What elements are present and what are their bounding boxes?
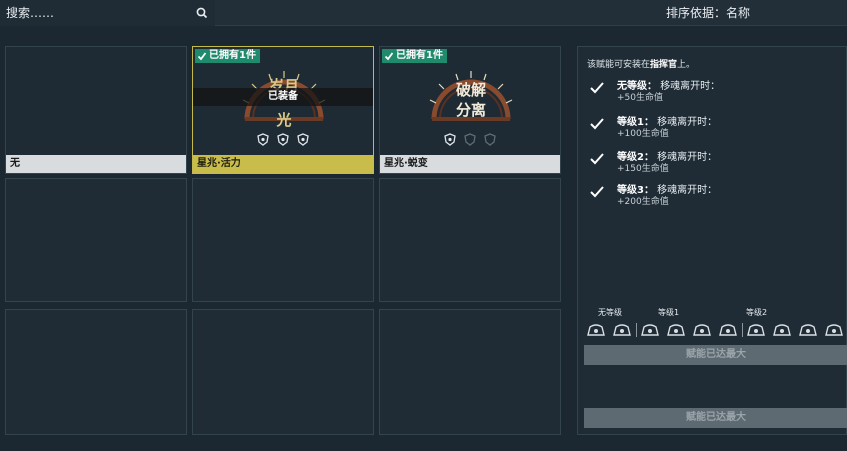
empty-slot: [379, 178, 561, 302]
equipped-label: 已装备: [193, 88, 373, 106]
empty-slot: [379, 309, 561, 435]
emblem-glyph-bottom: 分离: [456, 101, 486, 119]
tier-row: 等级2： 移魂离开时： +150生命值: [587, 148, 827, 174]
owned-badge-label: 已拥有1件: [396, 50, 443, 61]
augment-card-vitality[interactable]: 已拥有1件 岁月 光 已装备 星兆·活力: [192, 46, 374, 174]
emblem-glyph-top: 破解: [456, 81, 486, 99]
level-icons: [380, 133, 560, 147]
owned-badge: 已拥有1件: [195, 49, 260, 63]
level-shield-icon: [297, 133, 309, 146]
tier-row: 无等级： 移魂离开时： +50生命值: [587, 77, 827, 103]
empty-slot: [5, 309, 187, 435]
level-shield-icon: [444, 133, 456, 146]
checkmark-icon: [590, 118, 604, 130]
check-icon: [384, 52, 394, 61]
empty-slot: [192, 309, 374, 435]
augment-card-metamorphosis[interactable]: 已拥有1件 破解 分离 星兆·蜕变: [379, 46, 561, 174]
search-icon[interactable]: [195, 6, 209, 20]
tier-bonus: +50生命值: [617, 93, 663, 103]
progress-pip-icon: [667, 324, 685, 336]
augment-grid: 无 已拥有1件 岁月 光 已装备 星兆·活力 已拥有1件 破解 分离 星兆·蜕变: [5, 46, 562, 435]
augment-card-none[interactable]: 无: [5, 46, 187, 174]
level-shield-icon: [277, 133, 289, 146]
progress-pip-icon: [587, 324, 605, 336]
level-progress-pips: [586, 323, 844, 339]
top-bar: 排序依据：名称: [0, 0, 847, 26]
intro-prefix: 该赋能可安装在: [587, 60, 651, 70]
tier-bonus: +150生命值: [617, 164, 669, 174]
tier-row: 等级3： 移魂离开时： +200生命值: [587, 181, 827, 207]
sort-dropdown[interactable]: 排序依据：名称: [666, 4, 750, 21]
progress-pip-icon: [825, 324, 843, 336]
level-label: 等级1: [658, 308, 680, 317]
tier-bonus: +200生命值: [617, 197, 669, 207]
search-input[interactable]: [0, 0, 215, 26]
empty-slot: [192, 178, 374, 302]
level-shield-empty-icon: [464, 133, 476, 146]
owned-badge: 已拥有1件: [382, 49, 447, 63]
level-divider: [636, 323, 637, 337]
augment-name: 星兆·蜕变: [380, 155, 560, 173]
install-target-text: 该赋能可安装在指挥官上。: [587, 57, 695, 70]
emblem-glyph-bottom: 光: [275, 111, 291, 129]
checkmark-icon: [590, 82, 604, 94]
level-icons: [193, 133, 373, 147]
augment-maxed-button[interactable]: 赋能已达最大: [584, 345, 847, 365]
level-label: 等级2: [746, 308, 768, 317]
tier-condition: 移魂离开时：: [660, 81, 721, 92]
progress-pip-icon: [719, 324, 737, 336]
progress-pip-icon: [641, 324, 659, 336]
progress-pip-icon: [693, 324, 711, 336]
progress-pip-icon: [799, 324, 817, 336]
progress-pip-icon: [613, 324, 631, 336]
level-label: 无等级: [598, 308, 622, 317]
progress-pip-icon: [747, 324, 765, 336]
checkmark-icon: [590, 186, 604, 198]
level-divider: [742, 323, 743, 337]
progress-pip-icon: [773, 324, 791, 336]
level-shield-icon: [257, 133, 269, 146]
check-icon: [197, 52, 207, 61]
augment-art: 已拥有1件 破解 分离: [380, 47, 560, 154]
intro-suffix: 上。: [677, 60, 696, 70]
intro-target: 指挥官: [650, 60, 678, 70]
owned-badge-label: 已拥有1件: [209, 50, 256, 61]
augment-detail-panel: 该赋能可安装在指挥官上。 无等级： 移魂离开时： +50生命值 等级1： 移魂离…: [577, 46, 847, 435]
augment-art: 已拥有1件 岁月 光 已装备: [193, 47, 373, 154]
tier-row: 等级1： 移魂离开时： +100生命值: [587, 113, 827, 139]
level-shield-empty-icon: [484, 133, 496, 146]
empty-slot: [5, 178, 187, 302]
augment-maxed-button-secondary[interactable]: 赋能已达最大: [584, 408, 847, 428]
tier-bonus: +100生命值: [617, 129, 669, 139]
checkmark-icon: [590, 153, 604, 165]
level-progress-labels: 无等级 等级1 等级2: [586, 307, 844, 319]
augment-name: 无: [6, 155, 186, 173]
constellation-emblem-icon: 破解 分离: [429, 71, 513, 121]
augment-name: 星兆·活力: [193, 155, 373, 173]
